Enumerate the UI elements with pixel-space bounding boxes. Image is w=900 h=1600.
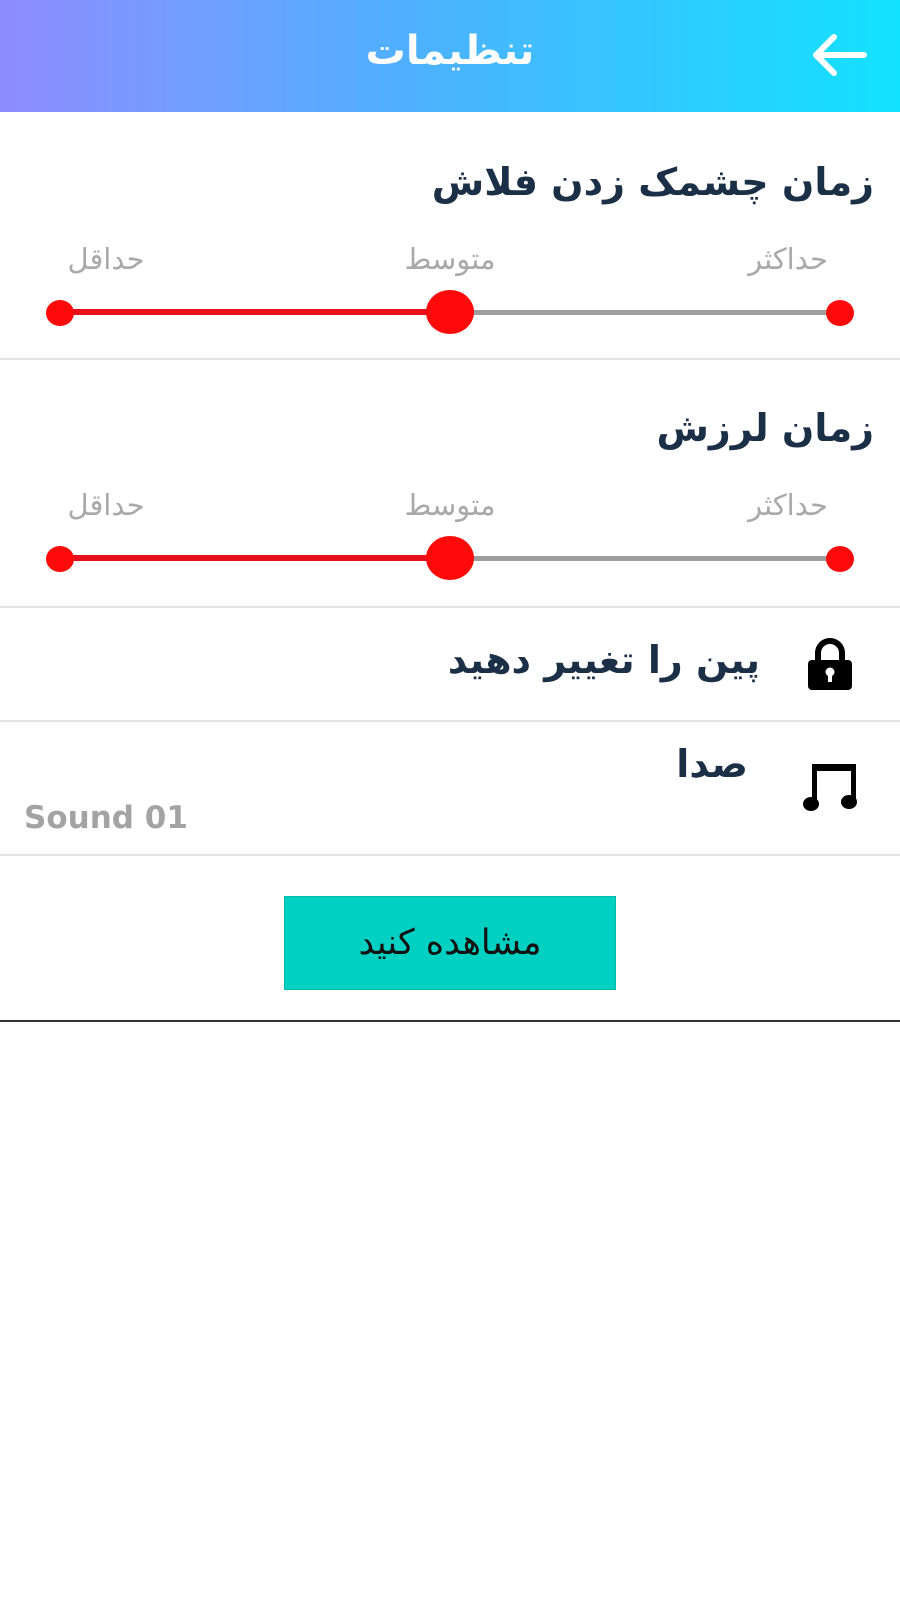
vibration-mid-label: متوسط (404, 488, 496, 522)
flash-blink-mid-label: متوسط (404, 242, 496, 276)
music-note-icon (802, 762, 858, 818)
vibration-title: زمان لرزش (656, 406, 874, 450)
flash-blink-min-label: حداقل (67, 242, 145, 276)
flash-blink-slider[interactable] (46, 290, 854, 334)
vibration-min-label: حداقل (67, 488, 145, 522)
slider-thumb[interactable] (426, 536, 474, 580)
flash-blink-title: زمان چشمک زدن فلاش (431, 160, 874, 204)
sound-value: Sound 01 (24, 800, 188, 836)
slider-min-dot (46, 546, 74, 572)
change-pin-row[interactable]: پین را تغییر دهید (0, 608, 900, 720)
divider (0, 854, 900, 856)
vibration-slider[interactable] (46, 536, 854, 580)
arrow-left-icon (813, 34, 867, 76)
slider-max-dot (826, 546, 854, 572)
flash-blink-section: زمان چشمک زدن فلاش حداقل متوسط حداکثر (0, 112, 900, 360)
page-title: تنظیمات (365, 28, 535, 74)
slider-thumb[interactable] (426, 290, 474, 334)
flash-blink-max-label: حداکثر (748, 242, 828, 276)
slider-max-dot (826, 300, 854, 326)
back-button[interactable] (808, 26, 872, 84)
sound-row[interactable]: صدا Sound 01 (0, 722, 900, 854)
change-pin-label: پین را تغییر دهید (447, 638, 760, 682)
vibration-max-label: حداکثر (748, 488, 828, 522)
vibration-section: زمان لرزش حداقل متوسط حداکثر (0, 360, 900, 606)
slider-min-dot (46, 300, 74, 326)
sound-label: صدا (676, 742, 748, 786)
slider-track-fill (60, 555, 450, 561)
view-button[interactable]: مشاهده کنید (284, 896, 616, 990)
lock-icon (806, 638, 854, 696)
app-header: تنظیمات (0, 0, 900, 112)
slider-track-fill (60, 309, 450, 315)
bottom-divider (0, 1020, 900, 1022)
